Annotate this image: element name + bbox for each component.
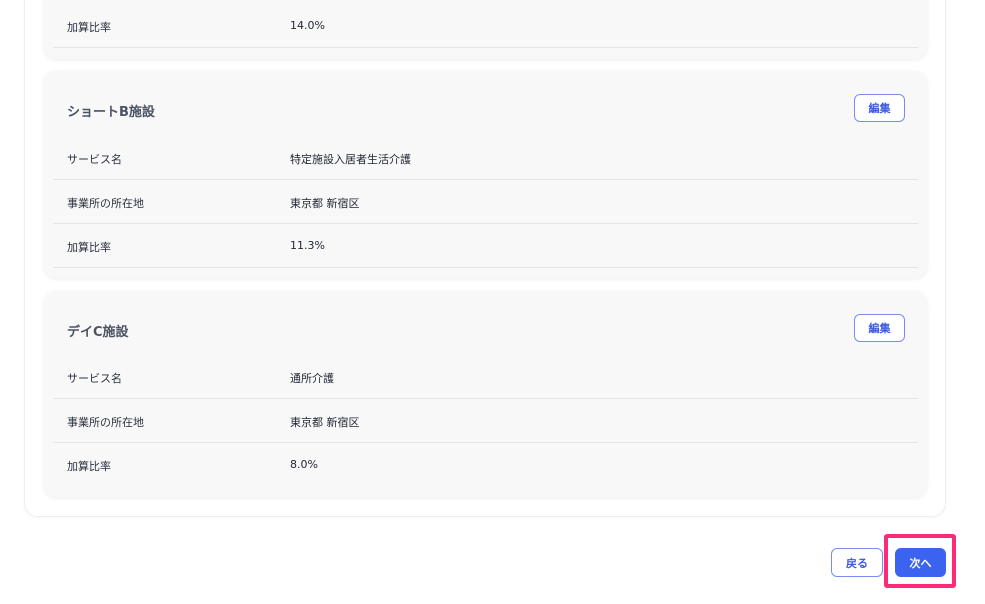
row-label: 事業所の所在地 <box>67 197 144 210</box>
row-value: 通所介護 <box>290 372 334 385</box>
row-addition-rate: 加算比率 11.3% <box>53 224 918 268</box>
card-header: デイC施設 編集 <box>44 291 927 363</box>
facility-card-a: 加算比率 14.0% <box>44 0 927 59</box>
next-button[interactable]: 次へ <box>895 548 946 577</box>
row-value: 特定施設入居者生活介護 <box>290 153 411 166</box>
row-service-name: サービス名 特定施設入居者生活介護 <box>53 136 918 180</box>
edit-button[interactable]: 編集 <box>854 94 905 122</box>
edit-button[interactable]: 編集 <box>854 314 905 342</box>
row-office-location: 事業所の所在地 東京都 新宿区 <box>53 399 918 443</box>
back-button[interactable]: 戻る <box>831 548 883 577</box>
row-value: 11.3% <box>290 239 325 252</box>
row-label: 事業所の所在地 <box>67 416 144 429</box>
facility-card-day-c: デイC施設 編集 サービス名 通所介護 事業所の所在地 東京都 新宿区 加算比率… <box>44 291 927 497</box>
row-value: 東京都 新宿区 <box>290 197 360 210</box>
card-title: デイC施設 <box>67 325 129 340</box>
card-header: ショートB施設 編集 <box>44 71 927 143</box>
row-label: 加算比率 <box>67 460 111 473</box>
row-addition-rate: 加算比率 8.0% <box>53 443 918 487</box>
row-label: サービス名 <box>67 372 122 385</box>
row-service-name: サービス名 通所介護 <box>53 355 918 399</box>
row-value: 東京都 新宿区 <box>290 416 360 429</box>
facility-card-short-b: ショートB施設 編集 サービス名 特定施設入居者生活介護 事業所の所在地 東京都… <box>44 71 927 278</box>
row-label: 加算比率 <box>67 241 111 254</box>
row-label: 加算比率 <box>67 21 111 34</box>
row-addition-rate: 加算比率 14.0% <box>53 4 918 48</box>
row-label: サービス名 <box>67 153 122 166</box>
card-title: ショートB施設 <box>67 105 155 120</box>
row-value: 14.0% <box>290 19 325 32</box>
row-value: 8.0% <box>290 458 318 471</box>
row-office-location: 事業所の所在地 東京都 新宿区 <box>53 180 918 224</box>
